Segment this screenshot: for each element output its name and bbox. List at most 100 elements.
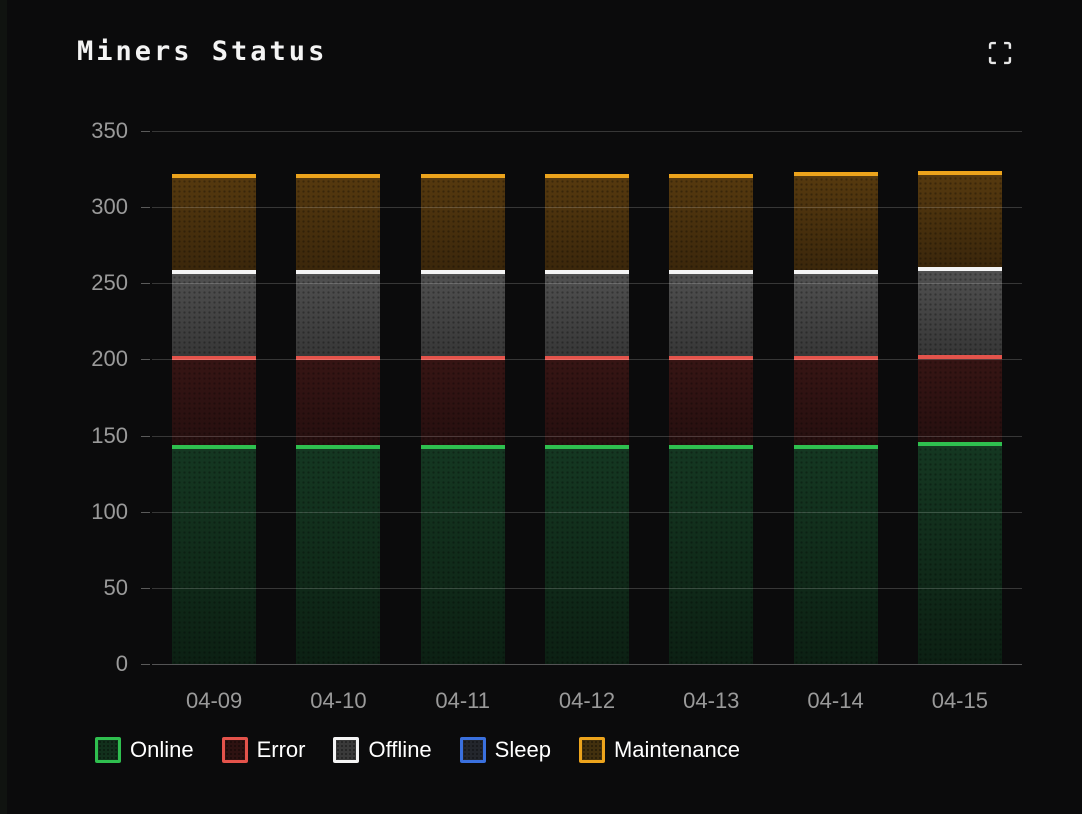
bar-segment-offline[interactable] — [794, 270, 878, 357]
legend-swatch-icon — [95, 737, 121, 763]
bar-segment-maintenance[interactable] — [296, 174, 380, 270]
bar-segment-cap — [296, 270, 380, 274]
bar-segment-offline[interactable] — [545, 270, 629, 357]
stacked-bar-04-12 — [545, 131, 629, 664]
bar-segment-error[interactable] — [172, 356, 256, 444]
x-axis-label: 04-09 — [149, 688, 279, 714]
bar-segment-cap — [545, 445, 629, 449]
stacked-bar-04-11 — [421, 131, 505, 664]
bar-segment-offline[interactable] — [172, 270, 256, 357]
legend-label: Offline — [368, 739, 431, 761]
y-axis-tick — [141, 436, 150, 437]
legend-swatch-icon — [460, 737, 486, 763]
y-axis-label: 0 — [52, 653, 128, 675]
bar-segment-cap — [669, 174, 753, 178]
legend-label: Sleep — [495, 739, 551, 761]
bar-segment-online[interactable] — [545, 445, 629, 664]
bar-segment-offline[interactable] — [296, 270, 380, 357]
stacked-bar-04-13 — [669, 131, 753, 664]
legend-item-maintenance[interactable]: Maintenance — [579, 737, 740, 763]
bar-segment-cap — [172, 445, 256, 449]
bar-segment-cap — [421, 270, 505, 274]
y-axis-label: 300 — [52, 196, 128, 218]
x-axis-label: 04-13 — [646, 688, 776, 714]
chart-plot-area: 05010015020025030035004-0904-1004-1104-1… — [7, 0, 1082, 814]
bar-segment-cap — [794, 356, 878, 360]
legend-label: Error — [257, 739, 306, 761]
stacked-bar-04-14 — [794, 131, 878, 664]
bar-segment-error[interactable] — [421, 356, 505, 444]
bar-segment-cap — [421, 174, 505, 178]
bar-segment-cap — [545, 174, 629, 178]
bar-segment-cap — [172, 270, 256, 274]
bar-segment-online[interactable] — [669, 445, 753, 664]
stacked-bar-04-15 — [918, 131, 1002, 664]
bar-segment-online[interactable] — [172, 445, 256, 664]
y-axis-tick — [141, 207, 150, 208]
bar-segment-cap — [296, 356, 380, 360]
legend-item-offline[interactable]: Offline — [333, 737, 431, 763]
bar-segment-offline[interactable] — [669, 270, 753, 357]
bar-segment-online[interactable] — [794, 445, 878, 664]
y-axis-label: 150 — [52, 425, 128, 447]
bar-segment-error[interactable] — [669, 356, 753, 444]
bar-segment-cap — [296, 174, 380, 178]
bar-segment-error[interactable] — [296, 356, 380, 444]
y-axis-label: 50 — [52, 577, 128, 599]
bar-segment-cap — [918, 442, 1002, 446]
bar-segment-offline[interactable] — [421, 270, 505, 357]
legend-swatch-icon — [579, 737, 605, 763]
bar-segment-cap — [172, 174, 256, 178]
bar-segment-maintenance[interactable] — [545, 174, 629, 270]
legend-item-sleep[interactable]: Sleep — [460, 737, 551, 763]
bar-segment-cap — [545, 356, 629, 360]
bar-segment-cap — [172, 356, 256, 360]
legend-swatch-icon — [222, 737, 248, 763]
x-axis-label: 04-11 — [398, 688, 528, 714]
legend-label: Maintenance — [614, 739, 740, 761]
y-axis-label: 100 — [52, 501, 128, 523]
bar-segment-cap — [421, 356, 505, 360]
bar-segment-cap — [918, 355, 1002, 359]
chart-card: Miners Status 05010015020025030035004-09… — [7, 0, 1082, 814]
bar-segment-online[interactable] — [421, 445, 505, 664]
stacked-bar-04-10 — [296, 131, 380, 664]
y-axis-label: 350 — [52, 120, 128, 142]
y-axis-tick — [141, 131, 150, 132]
bar-segment-cap — [421, 445, 505, 449]
bar-segment-cap — [918, 267, 1002, 271]
bar-segment-offline[interactable] — [918, 267, 1002, 355]
y-gridline — [152, 664, 1022, 665]
bar-segment-error[interactable] — [545, 356, 629, 444]
bar-segment-cap — [794, 445, 878, 449]
x-axis-label: 04-10 — [273, 688, 403, 714]
bar-segment-cap — [669, 356, 753, 360]
legend-label: Online — [130, 739, 194, 761]
bar-segment-cap — [669, 270, 753, 274]
y-axis-tick — [141, 359, 150, 360]
legend-item-error[interactable]: Error — [222, 737, 306, 763]
bar-segment-maintenance[interactable] — [794, 172, 878, 269]
bar-segment-maintenance[interactable] — [421, 174, 505, 270]
bar-segment-cap — [918, 171, 1002, 175]
bar-segment-error[interactable] — [918, 355, 1002, 442]
legend-swatch-icon — [333, 737, 359, 763]
y-axis-tick — [141, 283, 150, 284]
bar-segment-maintenance[interactable] — [669, 174, 753, 270]
bar-segment-maintenance[interactable] — [172, 174, 256, 270]
miners-status-panel: Miners Status 05010015020025030035004-09… — [0, 0, 1082, 814]
bar-segment-cap — [794, 172, 878, 176]
stacked-bar-04-09 — [172, 131, 256, 664]
bar-segment-cap — [669, 445, 753, 449]
chart-legend: Online Error Offline Sleep Maintenance — [95, 737, 740, 763]
bar-segment-online[interactable] — [918, 442, 1002, 664]
y-axis-tick — [141, 588, 150, 589]
y-axis-tick — [141, 512, 150, 513]
legend-item-online[interactable]: Online — [95, 737, 194, 763]
bar-segment-maintenance[interactable] — [918, 171, 1002, 267]
left-edge-strip — [0, 0, 7, 814]
bar-segment-error[interactable] — [794, 356, 878, 444]
y-axis-label: 250 — [52, 272, 128, 294]
y-axis-tick — [141, 664, 150, 665]
bar-segment-online[interactable] — [296, 445, 380, 664]
